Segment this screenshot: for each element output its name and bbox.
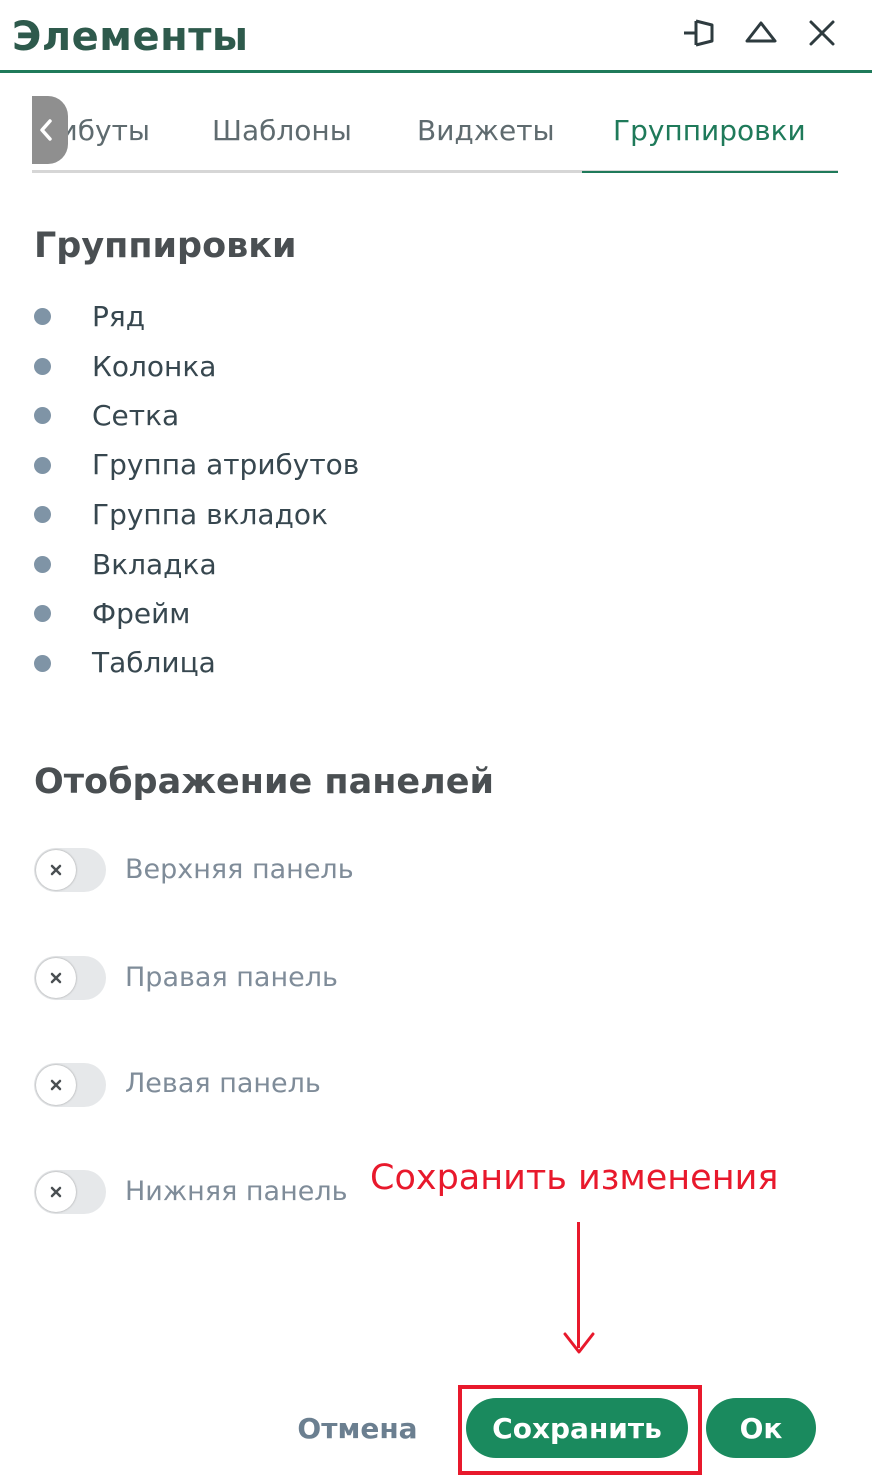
tab-groupings[interactable]: Группировки xyxy=(613,114,806,147)
toggle-label: Правая панель xyxy=(125,962,338,993)
window-title: Элементы xyxy=(12,14,249,60)
chevron-left-icon xyxy=(40,119,52,141)
list-bullet xyxy=(34,556,51,573)
close-icon xyxy=(50,1186,62,1198)
tab-widgets[interactable]: Виджеты xyxy=(417,114,555,147)
ok-button[interactable]: Ок xyxy=(706,1398,816,1458)
grouping-item-tab[interactable]: Вкладка xyxy=(92,548,217,581)
list-bullet xyxy=(34,457,51,474)
panels-heading: Отображение панелей xyxy=(34,762,495,802)
grouping-item-tab-group[interactable]: Группа вкладок xyxy=(92,498,328,531)
toggle-bottom-panel[interactable] xyxy=(34,1170,106,1214)
collapse-icon xyxy=(745,21,777,43)
toggle-knob xyxy=(36,958,76,998)
list-bullet xyxy=(34,358,51,375)
grouping-item-frame[interactable]: Фрейм xyxy=(92,597,190,630)
close-icon xyxy=(809,20,835,46)
tab-attributes-label: Атрибуты xyxy=(60,114,150,147)
close-icon xyxy=(50,972,62,984)
list-bullet xyxy=(34,506,51,523)
list-bullet xyxy=(34,407,51,424)
grouping-item-attribute-group[interactable]: Группа атрибутов xyxy=(92,448,359,481)
close-icon xyxy=(50,1079,62,1091)
toggle-label: Нижняя панель xyxy=(125,1176,348,1207)
pin-icon xyxy=(684,19,714,47)
tabs-scroll-left-button[interactable] xyxy=(32,96,68,164)
collapse-button[interactable] xyxy=(737,12,785,54)
tab-active-indicator xyxy=(582,171,838,173)
list-bullet xyxy=(34,308,51,325)
cancel-button[interactable]: Отмена xyxy=(297,1402,417,1454)
close-button[interactable] xyxy=(798,12,846,54)
toggle-right-panel[interactable] xyxy=(34,956,106,1000)
toggle-top-panel[interactable] xyxy=(34,848,106,892)
toggle-label: Верхняя панель xyxy=(125,854,354,885)
toggle-label: Левая панель xyxy=(125,1068,321,1099)
grouping-item-column[interactable]: Колонка xyxy=(92,350,216,383)
close-icon xyxy=(50,864,62,876)
annotation-text: Сохранить изменения xyxy=(370,1158,779,1198)
toggle-knob xyxy=(36,1172,76,1212)
toggle-left-panel[interactable] xyxy=(34,1063,106,1107)
header-divider xyxy=(0,70,872,73)
list-bullet xyxy=(34,655,51,672)
grouping-item-row[interactable]: Ряд xyxy=(92,300,145,333)
toggle-knob xyxy=(36,1065,76,1105)
groupings-heading: Группировки xyxy=(34,226,297,266)
annotation-highlight-box xyxy=(458,1385,702,1475)
pin-button[interactable] xyxy=(678,12,726,54)
tab-templates[interactable]: Шаблоны xyxy=(212,114,352,147)
list-bullet xyxy=(34,605,51,622)
grouping-item-table[interactable]: Таблица xyxy=(92,646,216,679)
toggle-knob xyxy=(36,850,76,890)
arrow-down-icon xyxy=(563,1332,595,1354)
grouping-item-grid[interactable]: Сетка xyxy=(92,399,179,432)
tab-attributes[interactable]: Атрибуты xyxy=(60,110,180,160)
